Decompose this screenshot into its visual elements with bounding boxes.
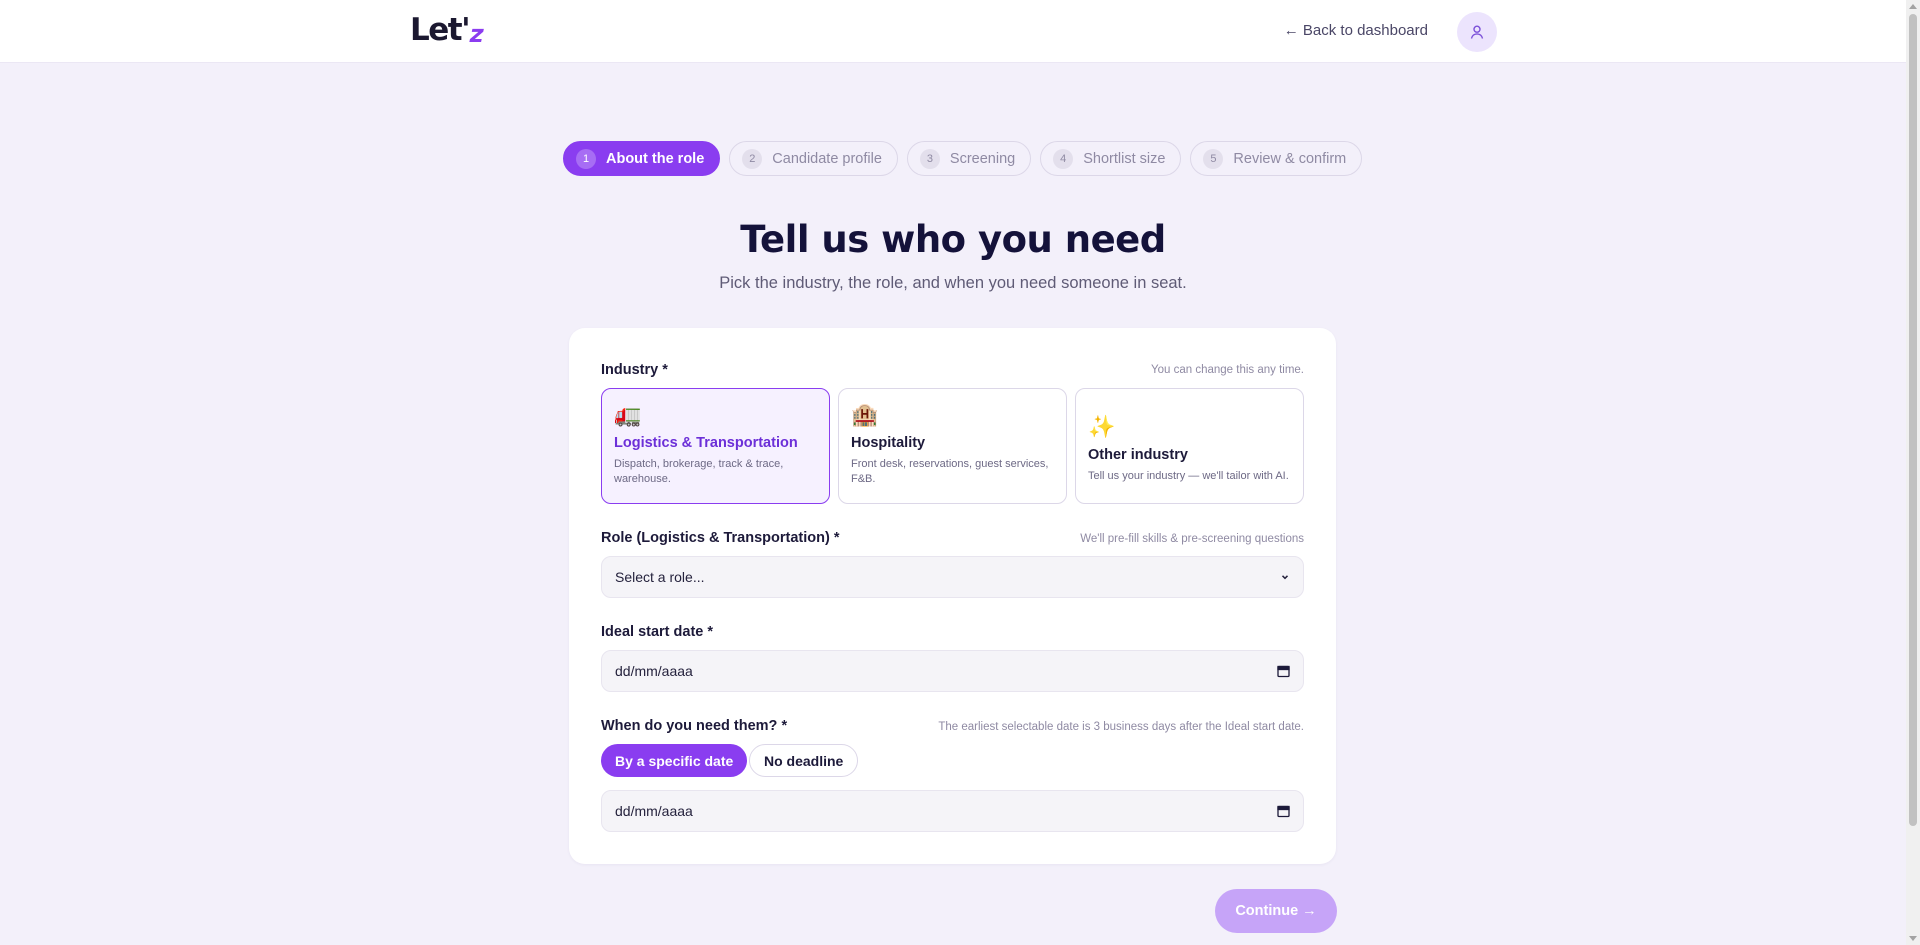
industry-option-desc: Front desk, reservations, guest services… — [851, 458, 1049, 485]
scroll-down-arrow-icon[interactable] — [1909, 936, 1917, 941]
need-by-label: When do you need them? * — [601, 718, 788, 734]
step-label: About the role — [606, 150, 705, 167]
calendar-icon — [1277, 665, 1290, 678]
by-specific-date-toggle[interactable]: By a specific date — [601, 744, 748, 777]
truck-icon: 🚛 — [614, 402, 642, 427]
calendar-icon — [1277, 805, 1290, 818]
role-select[interactable]: Select a role... — [601, 556, 1304, 598]
continue-button[interactable]: Continue → — [1215, 889, 1337, 933]
back-to-dashboard-link[interactable]: ← Back to dashboard — [1284, 22, 1428, 39]
start-date-label: Ideal start date * — [601, 624, 714, 640]
logo[interactable]: Let' z — [410, 12, 486, 48]
role-form-card: Industry * You can change this any time.… — [569, 328, 1336, 864]
step-shortlist-size[interactable]: 4 Shortlist size — [1040, 141, 1182, 176]
top-bar: Let' z ← Back to dashboard — [0, 0, 1906, 63]
start-date-input[interactable]: dd/mm/aaaa — [601, 650, 1304, 692]
industry-option-name: Logistics & Transportation — [614, 435, 798, 451]
role-hint: We'll pre-fill skills & pre-screening qu… — [1080, 533, 1304, 545]
user-icon — [1470, 25, 1484, 39]
step-label: Screening — [949, 150, 1016, 167]
step-number: 3 — [919, 148, 940, 169]
need-by-date-input[interactable]: dd/mm/aaaa — [601, 790, 1304, 832]
step-number: 2 — [742, 148, 763, 169]
need-by-date-value: dd/mm/aaaa — [615, 803, 693, 819]
industry-option-other[interactable]: ✨ Other industry Tell us your industry —… — [1075, 388, 1304, 504]
page-title: Tell us who you need — [740, 218, 1166, 261]
logo-accent: z — [467, 20, 486, 48]
step-label: Shortlist size — [1083, 150, 1166, 167]
step-label: Candidate profile — [772, 150, 882, 167]
industry-label: Industry * — [601, 362, 668, 378]
step-about-the-role[interactable]: 1 About the role — [563, 141, 721, 176]
logo-text: Let' — [410, 12, 471, 48]
step-label: Review & confirm — [1233, 150, 1347, 167]
start-date-value: dd/mm/aaaa — [615, 663, 693, 679]
industry-option-desc: Dispatch, brokerage, track & trace, ware… — [614, 458, 784, 485]
chevron-down-icon — [1281, 575, 1289, 580]
avatar[interactable] — [1457, 12, 1497, 52]
industry-option-desc: Tell us your industry — we'll tailor wit… — [1088, 470, 1289, 482]
page-subtitle: Pick the industry, the role, and when yo… — [719, 274, 1187, 292]
industry-hint: You can change this any time. — [1150, 364, 1304, 376]
scroll-up-arrow-icon[interactable] — [1909, 4, 1917, 9]
industry-option-hospitality[interactable]: 🏨 Hospitality Front desk, reservations, … — [838, 388, 1067, 504]
step-number: 4 — [1053, 148, 1074, 169]
role-label: Role (Logistics & Transportation) * — [601, 530, 840, 546]
industry-option-name: Hospitality — [851, 435, 926, 451]
step-number: 1 — [576, 148, 596, 169]
step-candidate-profile[interactable]: 2 Candidate profile — [729, 141, 898, 176]
sparkles-icon: ✨ — [1088, 414, 1116, 439]
need-by-hint: The earliest selectable date is 3 busine… — [938, 721, 1304, 733]
step-review-confirm[interactable]: 5 Review & confirm — [1190, 141, 1363, 176]
industry-option-name: Other industry — [1088, 447, 1188, 463]
step-number: 5 — [1203, 148, 1224, 169]
role-select-value: Select a role... — [615, 569, 705, 585]
hotel-icon: 🏨 — [851, 402, 879, 427]
step-screening[interactable]: 3 Screening — [906, 141, 1032, 176]
scrollbar[interactable] — [1906, 0, 1920, 945]
scrollbar-thumb[interactable] — [1909, 14, 1917, 826]
no-deadline-toggle[interactable]: No deadline — [749, 744, 859, 777]
industry-option-logistics[interactable]: 🚛 Logistics & Transportation Dispatch, b… — [601, 388, 830, 504]
progress-stepper: 1 About the role 2 Candidate profile 3 S… — [563, 141, 1363, 176]
